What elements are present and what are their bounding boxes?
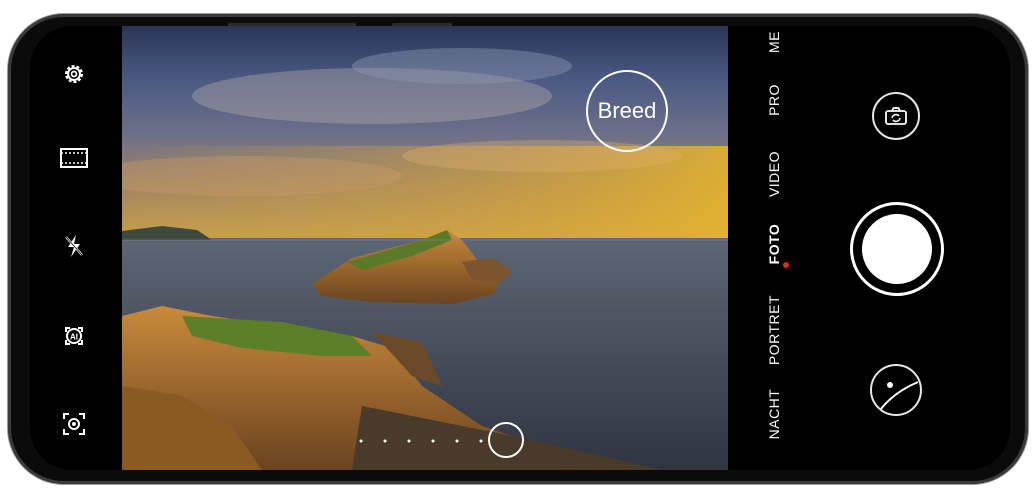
gallery-icon [879,381,919,411]
aperture-label: Breed [597,98,657,123]
svg-text:AI: AI [70,333,78,342]
gallery-thumbnail[interactable] [870,364,922,416]
mode-nacht[interactable]: NACHT [766,369,782,459]
mode-portret[interactable]: PORTRET [766,285,782,375]
right-control-panel: NACHT PORTRET FOTO VIDEO PRO ME [728,26,1010,470]
shutter-inner [862,214,932,284]
shutter-button[interactable] [850,202,944,296]
phone-frame: AI Breed NACHT PORTRET FOTO VIDEO PRO ME [8,14,1028,484]
camera-screen: AI Breed NACHT PORTRET FOTO VIDEO PRO ME [30,26,1010,470]
mode-more[interactable]: ME [766,26,782,87]
mode-selector: NACHT PORTRET FOTO VIDEO PRO ME [754,26,794,470]
aperture-mode-button[interactable]: Breed [586,70,668,152]
left-toolbar: AI [30,26,122,470]
settings-icon[interactable] [54,54,94,94]
viewfinder[interactable]: Breed [122,26,728,470]
ai-icon[interactable]: AI [54,316,94,356]
active-mode-indicator [783,262,789,268]
camera-switch-button[interactable] [872,92,920,140]
flash-off-icon[interactable] [54,226,94,266]
video-format-icon[interactable] [54,138,94,178]
camera-switch-icon [885,107,907,125]
zoom-knob[interactable] [488,422,524,458]
focus-mode-icon[interactable] [54,404,94,444]
